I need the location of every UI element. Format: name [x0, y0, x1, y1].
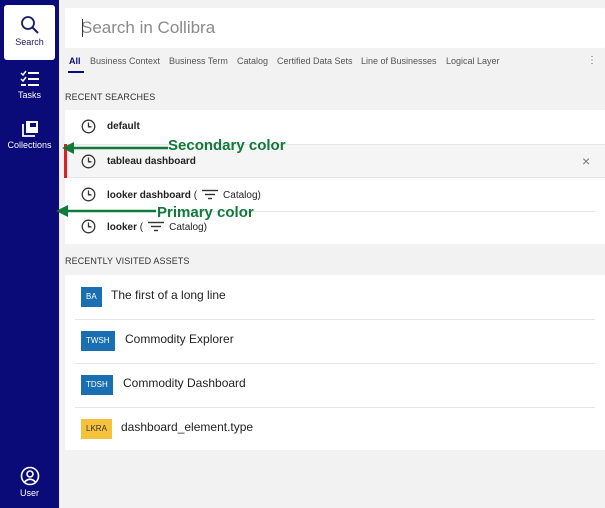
filter-icon: [148, 221, 165, 232]
list-item[interactable]: TWSH Commodity Explorer: [65, 319, 605, 363]
search-term: looker: [107, 222, 138, 233]
list-item[interactable]: BA The first of a long line: [65, 275, 605, 319]
asset-name: Commodity Explorer: [125, 332, 234, 346]
filter-label: Catalog): [223, 190, 261, 201]
clock-icon: [81, 187, 96, 202]
asset-type-badge: TWSH: [81, 331, 115, 351]
asset-type-badge: BA: [81, 287, 102, 307]
filter-label: Catalog): [169, 222, 207, 233]
active-tab-indicator: [68, 71, 84, 73]
tasks-icon: [19, 70, 39, 86]
close-icon[interactable]: ×: [582, 153, 590, 169]
list-item[interactable]: default: [65, 110, 605, 144]
search-icon: [20, 16, 39, 34]
list-item[interactable]: TDSH Commodity Dashboard: [65, 363, 605, 407]
search-term: looker dashboard: [107, 190, 191, 201]
asset-name: Commodity Dashboard: [123, 376, 246, 390]
tab-logical-layer[interactable]: Logical Layer: [446, 56, 500, 66]
asset-name: The first of a long line: [111, 288, 226, 302]
search-box: [65, 8, 605, 48]
sidebar-item-tasks[interactable]: Tasks: [0, 70, 59, 100]
clock-icon: [81, 119, 96, 134]
tab-certified-data-sets[interactable]: Certified Data Sets: [277, 56, 353, 66]
annotation-secondary-color: Secondary color: [168, 137, 286, 154]
sidebar-item-user[interactable]: User: [0, 466, 59, 498]
asset-type-badge: TDSH: [81, 375, 113, 395]
filter-icon: [202, 189, 219, 200]
text-caret: [82, 19, 83, 37]
recently-visited-title: RECENTLY VISITED ASSETS: [65, 256, 190, 266]
main-panel: All Business Context Business Term Catal…: [65, 0, 605, 508]
recent-searches-list: default tableau dashboard × looker dashb…: [65, 110, 605, 244]
arrow-icon: [56, 205, 156, 217]
sidebar-item-label: Search: [15, 37, 44, 47]
clock-icon: [81, 219, 96, 234]
arrow-icon: [62, 142, 168, 154]
tab-all[interactable]: All: [69, 56, 81, 66]
paren-open: (: [193, 190, 198, 201]
search-term: tableau dashboard: [107, 156, 196, 167]
sidebar-item-collections[interactable]: Collections: [0, 120, 59, 150]
sidebar-item-label: User: [19, 488, 39, 498]
tab-business-context[interactable]: Business Context: [90, 56, 160, 66]
collibra-search-page: Search Tasks Collections User Search in …: [0, 0, 605, 508]
tab-business-term[interactable]: Business Term: [169, 56, 228, 66]
list-item[interactable]: LKRA dashboard_element.type: [65, 407, 605, 451]
collections-icon: [21, 121, 38, 137]
paren-open: (: [139, 222, 144, 233]
clock-icon: [81, 154, 96, 169]
asset-type-badge: LKRA: [81, 419, 112, 439]
asset-name: dashboard_element.type: [121, 420, 254, 434]
tabs: All Business Context Business Term Catal…: [65, 52, 605, 74]
search-input[interactable]: [81, 16, 581, 40]
sidebar-item-label: Tasks: [17, 90, 41, 100]
tab-line-of-businesses[interactable]: Line of Businesses: [361, 56, 437, 66]
more-icon[interactable]: ⋮: [587, 55, 597, 66]
annotation-primary-color: Primary color: [157, 204, 254, 221]
sidebar-item-search[interactable]: Search: [4, 5, 55, 60]
sidebar: Search Tasks Collections User: [0, 0, 59, 508]
recently-visited-list: BA The first of a long line TWSH Commodi…: [65, 275, 605, 450]
user-icon: [20, 466, 39, 486]
tab-catalog[interactable]: Catalog: [237, 56, 268, 66]
recent-searches-title: RECENT SEARCHES: [65, 92, 156, 102]
search-term: default: [107, 121, 140, 132]
sidebar-item-label: Collections: [7, 140, 52, 150]
